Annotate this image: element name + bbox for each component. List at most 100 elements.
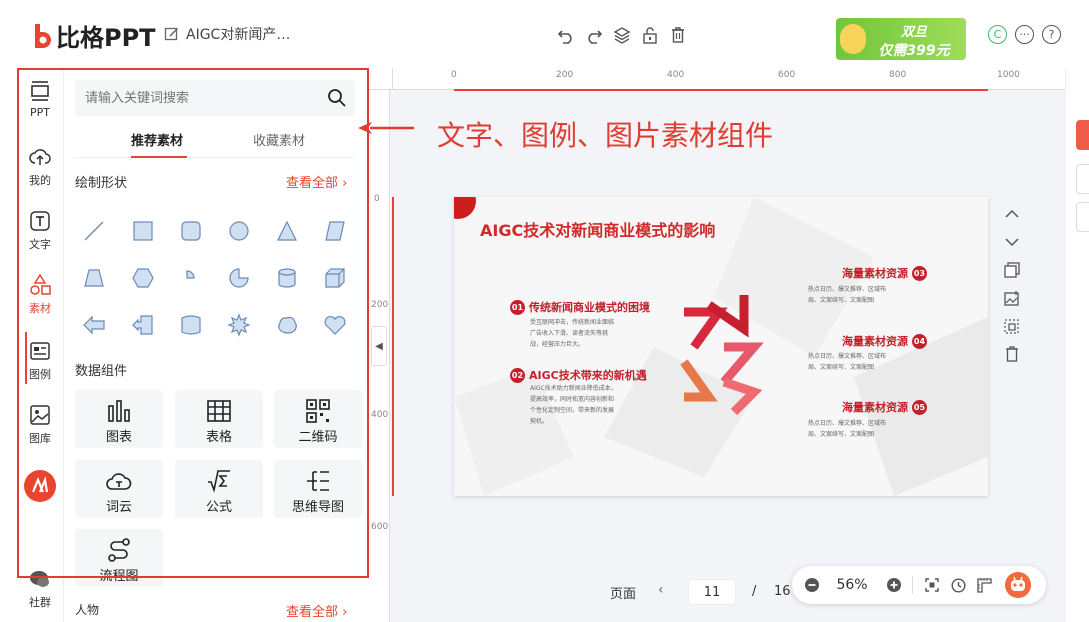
card-mindmap[interactable]: 思维导图 [274,460,362,518]
slide-point-3-body: 热点日历、爆文推荐、区域布 局、文案续写、文案配图 [808,284,886,306]
point-heading-text: AIGC技术带来的新机遇 [529,369,647,382]
card-table[interactable]: 表格 [175,390,263,448]
slide-point-1-heading: 01 传统新闻商业模式的困境 [510,299,650,315]
see-all-people-link[interactable]: 查看全部 › [286,601,347,620]
body-line: 战，经营压力巨大。 [530,341,585,348]
add-slide-icon[interactable] [1002,312,1022,340]
card-formula[interactable]: 公式 [175,460,263,518]
arc-shape-icon[interactable] [179,266,203,290]
assistant-robot-icon[interactable] [1004,572,1032,598]
duplicate-icon[interactable] [1002,256,1022,284]
left-arrow-shape-icon[interactable] [82,313,106,337]
rail-item-text[interactable]: 文字 [17,210,63,252]
rail-item-community[interactable]: 社群 [17,568,63,610]
card-chart[interactable]: 图表 [75,390,163,448]
point-heading-text: 海量素材资源 [842,267,908,280]
card-label: 词云 [105,500,132,515]
pie-shape-icon[interactable] [227,266,251,290]
rail-item-legend[interactable]: 图例 [17,340,63,382]
ruler-tick: 400 [371,410,389,420]
rail-item-mine[interactable]: 我的 [17,146,63,188]
heart-shape-icon[interactable] [323,313,347,337]
parallelogram-shape-icon[interactable] [323,219,347,243]
chat-icon [30,571,49,587]
circle-shape-icon[interactable] [227,219,251,243]
cloud-shape-icon[interactable] [275,313,299,337]
rail-label: 文字 [29,238,51,251]
callout-arrow-shape-icon[interactable] [131,313,155,337]
body-line: 受互联网冲击，传统新闻业面临 [530,319,615,326]
replace-image-icon[interactable] [1002,284,1022,312]
triangle-shape-icon[interactable] [275,219,299,243]
ruler-tick: 0 [451,70,457,80]
search-input[interactable] [75,80,315,116]
rail-item-ppt[interactable]: PPT [17,80,63,119]
see-all-label: 查看全部 [286,176,339,191]
right-panel-tab[interactable] [1076,202,1089,232]
move-up-icon[interactable] [1002,200,1022,228]
flowchart-icon [108,538,130,562]
delete-icon[interactable] [668,24,688,46]
copyright-icon[interactable]: C [988,25,1007,44]
material-tabs: 推荐素材 收藏素材 [75,126,355,158]
layers-icon[interactable] [612,24,632,46]
card-wordcloud[interactable]: 词云 [75,460,163,518]
rail-active-indicator [25,332,27,384]
right-panel-tab-active[interactable] [1076,120,1089,150]
history-icon[interactable] [948,575,968,595]
cube-shape-icon[interactable] [323,266,347,290]
section-title-people: 人物 [75,603,100,617]
rail-item-gallery[interactable]: 图库 [17,404,63,446]
document-title[interactable]: AIGC对新闻产… [164,24,290,44]
search-icon[interactable] [327,88,347,108]
rounded-square-shape-icon[interactable] [179,219,203,243]
ruler-tick: 400 [667,70,685,80]
ruler-tick: 200 [371,300,389,310]
starburst-shape-icon[interactable] [227,313,251,337]
trash-icon[interactable] [1002,340,1022,368]
zoom-level[interactable]: 56% [832,575,872,595]
card-qrcode[interactable]: 二维码 [274,390,362,448]
point-number-badge: 01 [510,299,525,315]
square-shape-icon[interactable] [131,219,155,243]
right-side-panel [1065,68,1089,622]
body-line: AIGC技术助力新闻业降低成本， [530,385,617,392]
unlock-icon[interactable] [640,24,660,46]
current-page-input[interactable]: 11 [688,579,736,605]
edit-icon [164,27,179,41]
body-line: 个性化定制空间，带来新的发展 [530,407,615,414]
brand-logo[interactable]: 比格PPT [32,18,156,53]
zoom-in-icon[interactable] [884,575,904,595]
fit-screen-icon[interactable] [922,575,942,595]
message-icon[interactable]: ··· [1015,25,1034,44]
zoom-out-icon[interactable] [802,575,822,595]
right-panel-tab[interactable] [1076,164,1089,194]
help-icon[interactable]: ? [1042,25,1061,44]
trapezoid-shape-icon[interactable] [82,266,106,290]
wave-banner-shape-icon[interactable] [179,313,203,337]
legend-icon [30,342,50,360]
point-heading-text: 传统新闻商业模式的困境 [529,301,650,314]
rail-item-ai[interactable] [17,470,63,506]
tab-recommended[interactable]: 推荐素材 [131,130,183,149]
undo-icon[interactable] [556,24,576,46]
cylinder-shape-icon[interactable] [275,266,299,290]
see-all-label: 查看全部 [286,605,339,620]
ruler-toggle-icon[interactable] [974,575,994,595]
ruler-tick: 200 [556,70,574,80]
point-number-badge: 04 [912,333,927,349]
move-down-icon[interactable] [1002,228,1022,256]
redo-icon[interactable] [584,24,604,46]
slide-preview[interactable]: AIGC技术对新闻商业模式的影响 01 传统新闻商业模式的困境 受互联网冲击，传统… [454,197,988,496]
collapse-panel-button[interactable]: ◀ [371,326,387,366]
see-all-shapes-link[interactable]: 查看全部 › [286,172,347,191]
rail-item-materials[interactable]: 素材 [17,274,63,316]
card-flowchart[interactable]: 流程图 [75,529,163,587]
prev-page-icon[interactable]: ‹ [658,582,664,598]
hexagon-shape-icon[interactable] [131,266,155,290]
card-label: 流程图 [99,569,139,584]
slide-point-5-body: 热点日历、爆文推荐、区域布 局、文案续写、文案配图 [808,418,886,440]
line-shape-icon[interactable] [82,219,106,243]
tab-favorites[interactable]: 收藏素材 [253,130,305,149]
promo-banner[interactable]: 双旦 仅需399元 [836,18,966,60]
